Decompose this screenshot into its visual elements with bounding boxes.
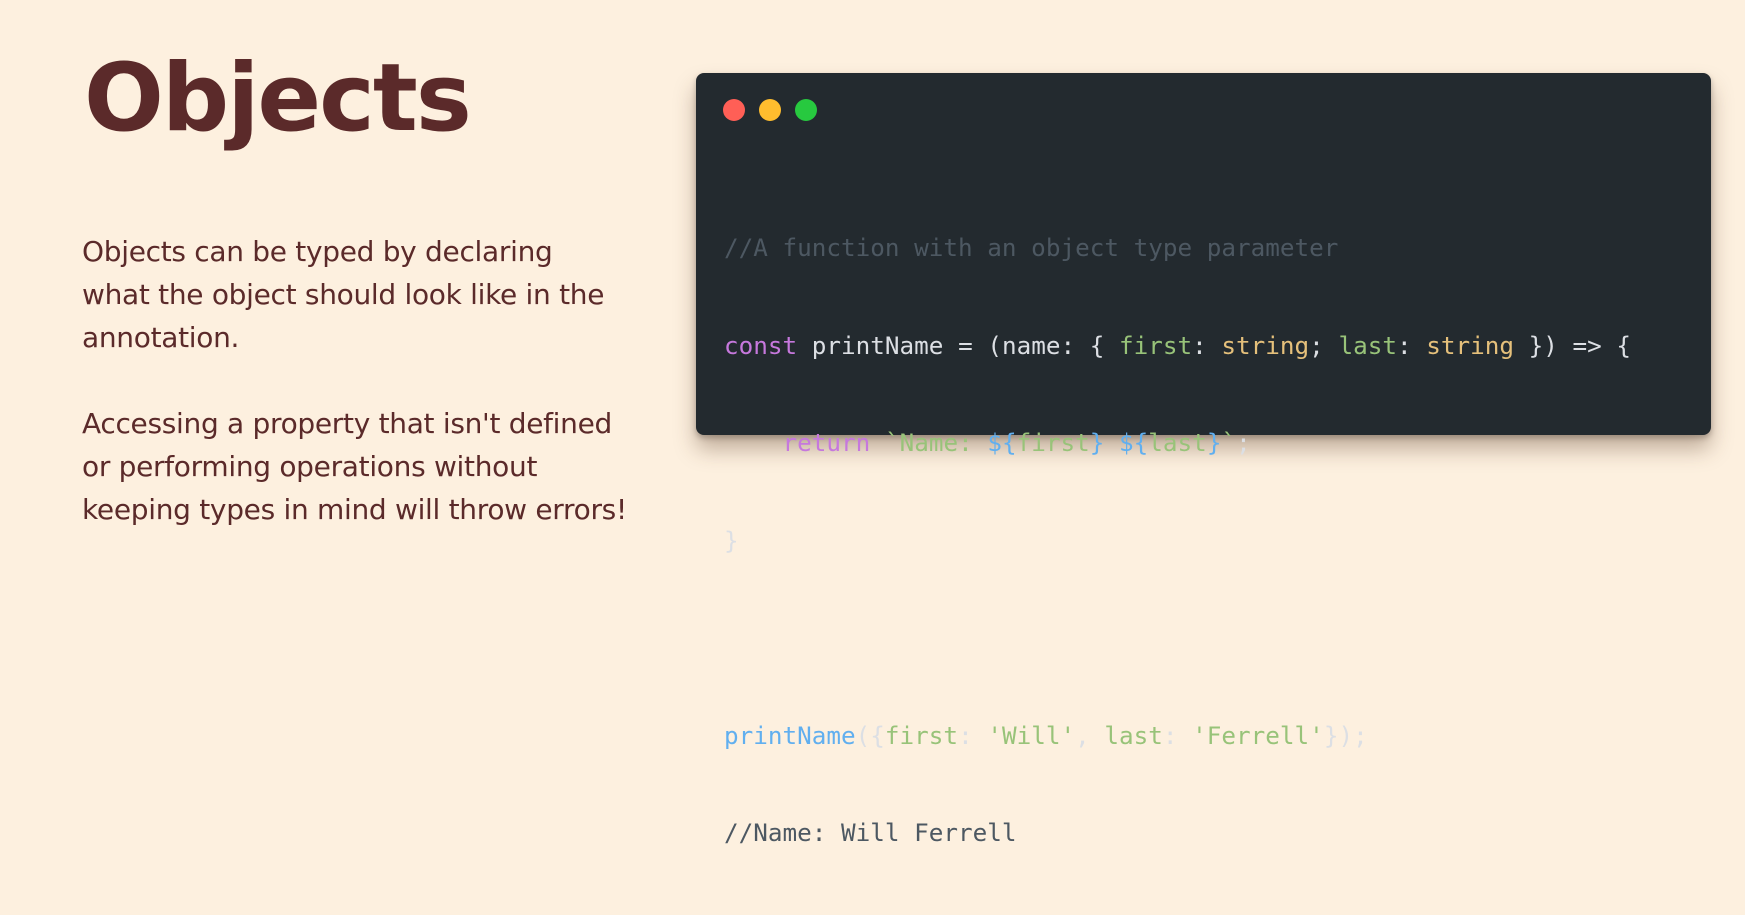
code-line-6: printName({first: 'Will', last: 'Ferrell… (724, 720, 1631, 753)
code-block: //A function with an object type paramet… (724, 167, 1631, 915)
code-punct: : (958, 720, 988, 750)
code-string: `Name: (884, 428, 988, 457)
code-param: name (1001, 330, 1061, 360)
code-line-4: } (724, 525, 1631, 558)
maximize-dot-icon (795, 99, 817, 121)
code-punct: ; (1236, 428, 1251, 457)
description-paragraph-2: Accessing a property that isn't defined … (82, 402, 642, 531)
code-comment: //A function with an object type paramet… (724, 233, 1339, 262)
code-punct: : (1192, 330, 1222, 360)
code-interpolation: ${ (1119, 428, 1149, 457)
code-line-7: //Name: Will Ferrell (724, 817, 1631, 850)
code-punct: , (1075, 720, 1105, 750)
slide-title: Objects (84, 44, 472, 153)
code-punct: : (1162, 720, 1193, 750)
code-keyword: return (782, 428, 871, 457)
paragraph-1-line-1: Objects can be typed by declaring (82, 235, 553, 268)
code-interpolation: } (1206, 428, 1222, 457)
code-punct: }); (1323, 720, 1368, 750)
code-string: ` (1221, 428, 1237, 457)
code-punct: ({ (855, 720, 885, 750)
close-dot-icon (723, 99, 745, 121)
code-function-call: printName (724, 720, 856, 750)
code-punct: } (724, 525, 739, 555)
code-property: first (1118, 330, 1193, 360)
code-punct: ; (1309, 330, 1339, 360)
paragraph-2-line-2: or performing operations without (82, 450, 538, 483)
paragraph-2-line-1: Accessing a property that isn't defined (82, 407, 613, 440)
code-line-1: //A function with an object type paramet… (724, 232, 1631, 265)
code-punct: : (1396, 330, 1427, 360)
minimize-dot-icon (759, 99, 781, 121)
code-identifier: printName (797, 330, 959, 360)
code-punct: : { (1060, 330, 1119, 360)
code-type: string (1426, 330, 1514, 360)
code-keyword: const (724, 330, 798, 360)
code-string: 'Will' (987, 720, 1076, 750)
paragraph-1-line-3: annotation. (82, 321, 240, 354)
code-interpolation-name: first (1016, 428, 1090, 457)
code-comment: //Name: Will Ferrell (724, 818, 1017, 847)
code-string (1104, 428, 1119, 457)
code-punct: = ( (958, 330, 1002, 360)
code-interpolation: } (1089, 428, 1105, 457)
code-line-2: const printName = (name: { first: string… (724, 330, 1631, 363)
code-window: //A function with an object type paramet… (696, 73, 1711, 847)
code-type: string (1221, 330, 1310, 360)
code-interpolation-name: last (1148, 428, 1207, 457)
code-interpolation: ${ (987, 428, 1017, 457)
window-controls (723, 99, 817, 121)
paragraph-2-line-3: keeping types in mind will throw errors! (82, 493, 627, 526)
code-punct: }) => { (1514, 330, 1632, 360)
code-string: 'Ferrell' (1192, 720, 1324, 750)
description-paragraph-1: Objects can be typed by declaring what t… (82, 230, 642, 359)
code-property: last (1104, 720, 1163, 750)
code-property: last (1338, 330, 1397, 360)
code-property: first (884, 720, 959, 750)
code-line-3: return `Name: ${first} ${last}`; (724, 427, 1631, 460)
paragraph-1-line-2: what the object should look like in the (82, 278, 605, 311)
